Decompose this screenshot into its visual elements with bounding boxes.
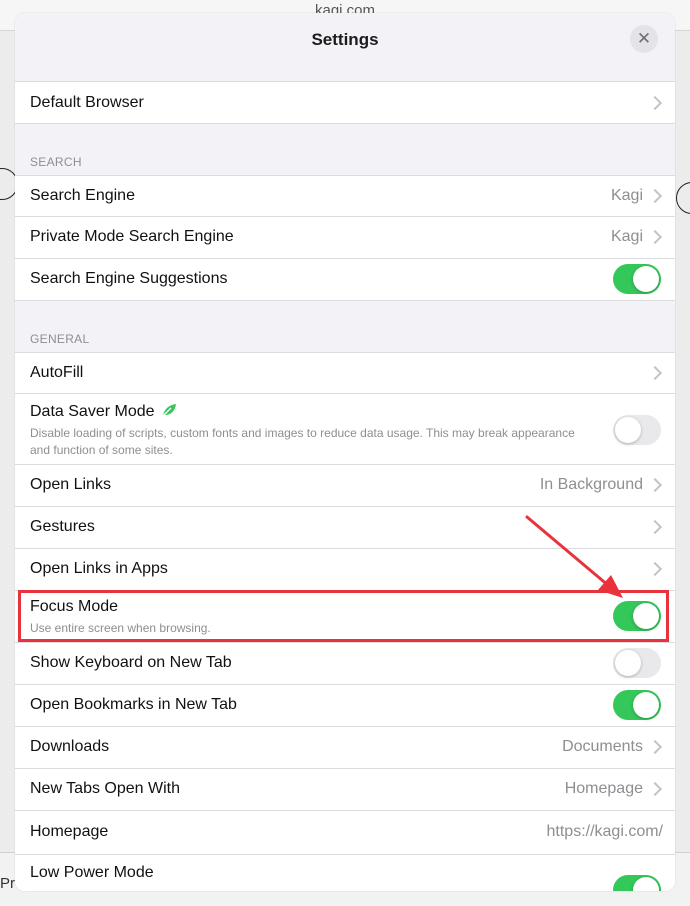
annotation-arrow: [525, 515, 623, 598]
